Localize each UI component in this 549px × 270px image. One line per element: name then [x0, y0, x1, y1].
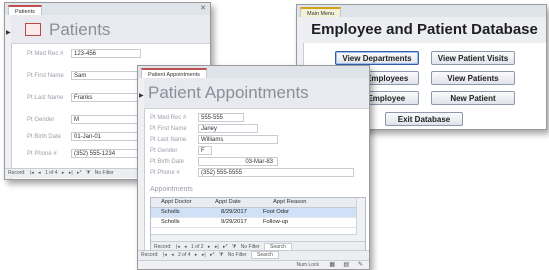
- appointments-form-header: Patient Appointments: [144, 78, 369, 109]
- field-label: Pt Birth Date: [27, 134, 62, 140]
- design-view-icon[interactable]: ✎: [358, 261, 363, 269]
- field-label: Pt Gender: [150, 148, 178, 154]
- first-record-icon[interactable]: |◂: [163, 252, 167, 258]
- filter-status[interactable]: No Filter: [95, 170, 114, 176]
- filter-status[interactable]: No Filter: [228, 252, 247, 258]
- num-lock-status: Num Lock: [296, 262, 319, 268]
- column-header[interactable]: Appt Date: [215, 199, 241, 205]
- gender-field[interactable]: M: [71, 115, 141, 124]
- filter-icon: ⧩: [85, 170, 91, 176]
- table-cell[interactable]: Scholls: [161, 209, 180, 215]
- field-label: Pt Med Rec #: [27, 51, 64, 57]
- field-label: Pt Gender: [27, 117, 55, 123]
- page-title: Patients: [49, 20, 111, 39]
- last-name-field[interactable]: Williams: [198, 135, 278, 144]
- table-cell[interactable]: Scholls: [161, 219, 180, 225]
- close-icon[interactable]: ✕: [200, 4, 206, 12]
- new-record-icon[interactable]: ▸*: [77, 170, 81, 176]
- prev-record-icon[interactable]: ◂: [38, 170, 41, 176]
- med-rec-field[interactable]: 555-555: [198, 113, 244, 122]
- appointments-label: Appointments: [150, 186, 193, 193]
- med-rec-field[interactable]: 123-456: [71, 49, 141, 58]
- view-patient-visits-button[interactable]: View Patient Visits: [431, 51, 515, 65]
- next-record-icon[interactable]: ▸: [62, 170, 65, 176]
- gender-field[interactable]: F: [198, 146, 212, 155]
- column-header[interactable]: Appt Doctor: [161, 199, 192, 205]
- form-view-icon[interactable]: ▦: [329, 261, 335, 269]
- column-header[interactable]: Appt Reason: [273, 199, 307, 205]
- exit-database-button[interactable]: Exit Database: [385, 112, 463, 126]
- table-row[interactable]: Scholls 8/29/2017 Foot Odor: [151, 208, 357, 218]
- record-navigation: Record: |◂ ◂ 2 of 4 ▸ ▸| ▸* ⧩ No Filter …: [138, 250, 369, 260]
- next-record-icon[interactable]: ▸: [195, 252, 198, 258]
- first-name-field[interactable]: Sam: [71, 71, 141, 80]
- field-label: Pt Med Rec #: [150, 115, 187, 121]
- field-label: Pt Last Name: [27, 95, 64, 101]
- form-icon: [25, 23, 41, 36]
- record-label: Record:: [8, 170, 26, 176]
- new-patient-button[interactable]: New Patient: [431, 91, 515, 105]
- first-name-field[interactable]: Janey: [198, 124, 258, 133]
- table-row[interactable]: Scholls 9/29/2017 Follow-up: [151, 218, 357, 228]
- tab-patients[interactable]: Patients: [8, 5, 42, 15]
- phone-field[interactable]: (352) 555-5555: [198, 168, 354, 177]
- record-pointer-icon: ▶: [6, 30, 11, 36]
- field-label: Pt Birth Date: [150, 159, 185, 165]
- search-input[interactable]: Search: [251, 251, 279, 259]
- page-title: Patient Appointments: [148, 83, 309, 102]
- table-cell[interactable]: 8/29/2017: [221, 209, 247, 215]
- table-cell[interactable]: Follow-up: [263, 219, 288, 225]
- table-cell[interactable]: 9/29/2017: [221, 219, 247, 225]
- record-position[interactable]: 1 of 4: [45, 170, 58, 176]
- record-position[interactable]: 2 of 4: [178, 252, 191, 258]
- main-menu-header: Employee and Patient Database: [303, 17, 546, 43]
- last-record-icon[interactable]: ▸|: [69, 170, 73, 176]
- field-label: Pt Phone #: [27, 151, 57, 157]
- record-pointer-icon: ▶: [139, 93, 144, 99]
- patient-appointments-window: Patient Appointments ▶ Patient Appointme…: [137, 65, 370, 270]
- field-label: Pt Phone #: [150, 170, 180, 176]
- appointments-subform: Appt Doctor Appt Date Appt Reason Scholl…: [150, 197, 366, 253]
- view-patients-button[interactable]: View Patients: [431, 71, 515, 85]
- birth-date-field[interactable]: 03-Mar-83: [198, 157, 278, 166]
- last-name-field[interactable]: Franks: [71, 93, 141, 102]
- first-record-icon[interactable]: |◂: [30, 170, 34, 176]
- field-label: Pt First Name: [150, 126, 187, 132]
- tab-patient-appointments[interactable]: Patient Appointments: [141, 68, 207, 78]
- new-record-icon[interactable]: ▸*: [210, 252, 214, 258]
- prev-record-icon[interactable]: ◂: [171, 252, 174, 258]
- datasheet-view-icon[interactable]: ▤: [343, 261, 349, 269]
- field-label: Pt Last Name: [150, 137, 187, 143]
- tab-main-menu[interactable]: Main Menu: [300, 7, 342, 17]
- page-title: Employee and Patient Database: [311, 21, 538, 38]
- field-label: Pt First Name: [27, 73, 64, 79]
- record-label: Record:: [141, 252, 159, 258]
- last-record-icon[interactable]: ▸|: [202, 252, 206, 258]
- patients-form-header: Patients: [11, 15, 210, 44]
- birth-date-field[interactable]: 01-Jan-01: [71, 132, 141, 141]
- view-departments-button[interactable]: View Departments: [335, 51, 419, 65]
- status-bar: Num Lock ▦ ▤ ✎: [138, 260, 369, 269]
- datasheet-header: Appt Doctor Appt Date Appt Reason: [151, 198, 365, 208]
- phone-field[interactable]: (352) 555-1234: [71, 149, 141, 158]
- filter-icon: ⧩: [218, 252, 224, 258]
- table-cell[interactable]: Foot Odor: [263, 209, 289, 215]
